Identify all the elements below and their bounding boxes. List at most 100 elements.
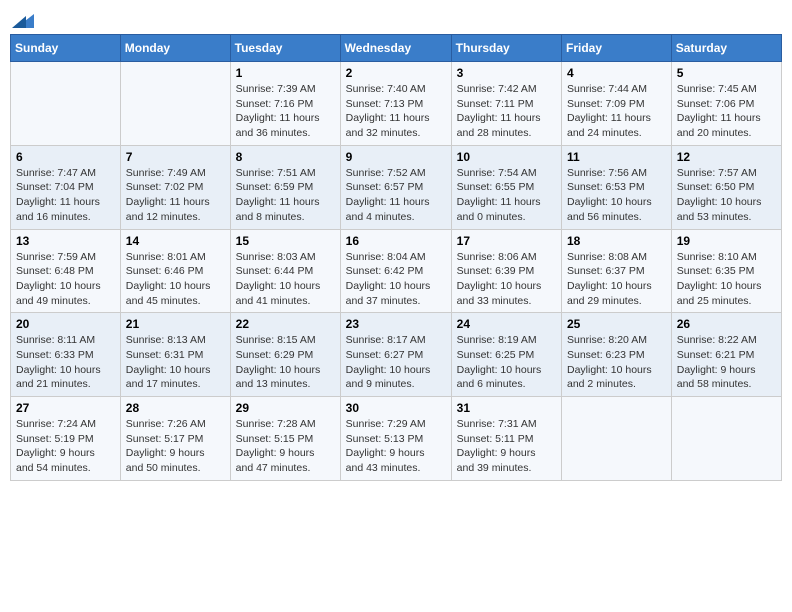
day-number: 22 (236, 317, 335, 331)
day-info: Sunrise: 7:47 AM Sunset: 7:04 PM Dayligh… (16, 166, 115, 225)
day-number: 28 (126, 401, 225, 415)
calendar-cell: 23 Sunrise: 8:17 AM Sunset: 6:27 PM Dayli… (340, 313, 451, 397)
day-info: Sunrise: 8:06 AM Sunset: 6:39 PM Dayligh… (457, 250, 556, 309)
calendar-week-4: 20 Sunrise: 8:11 AM Sunset: 6:33 PM Dayli… (11, 313, 782, 397)
calendar-cell: 27Sunrise: 7:24 AM Sunset: 5:19 PM Dayli… (11, 397, 121, 481)
col-sunday: Sunday (11, 35, 121, 62)
day-info: Sunrise: 7:28 AM Sunset: 5:15 PM Dayligh… (236, 417, 335, 476)
day-number: 17 (457, 234, 556, 248)
col-thursday: Thursday (451, 35, 561, 62)
calendar-cell: 21 Sunrise: 8:13 AM Sunset: 6:31 PM Dayli… (120, 313, 230, 397)
day-number: 13 (16, 234, 115, 248)
day-number: 27 (16, 401, 115, 415)
calendar-cell: 20 Sunrise: 8:11 AM Sunset: 6:33 PM Dayli… (11, 313, 121, 397)
day-info: Sunrise: 7:29 AM Sunset: 5:13 PM Dayligh… (346, 417, 446, 476)
day-info: Sunrise: 8:17 AM Sunset: 6:27 PM Dayligh… (346, 333, 446, 392)
day-number: 6 (16, 150, 115, 164)
day-info: Sunrise: 8:11 AM Sunset: 6:33 PM Dayligh… (16, 333, 115, 392)
day-info: Sunrise: 8:03 AM Sunset: 6:44 PM Dayligh… (236, 250, 335, 309)
day-number: 2 (346, 66, 446, 80)
day-info: Sunrise: 7:52 AM Sunset: 6:57 PM Dayligh… (346, 166, 446, 225)
calendar-cell: 16 Sunrise: 8:04 AM Sunset: 6:42 PM Dayli… (340, 229, 451, 313)
day-number: 16 (346, 234, 446, 248)
day-number: 5 (677, 66, 776, 80)
day-info: Sunrise: 8:04 AM Sunset: 6:42 PM Dayligh… (346, 250, 446, 309)
day-number: 26 (677, 317, 776, 331)
calendar-cell: 11 Sunrise: 7:56 AM Sunset: 6:53 PM Dayli… (562, 145, 672, 229)
calendar-week-5: 27Sunrise: 7:24 AM Sunset: 5:19 PM Dayli… (11, 397, 782, 481)
col-tuesday: Tuesday (230, 35, 340, 62)
day-number: 19 (677, 234, 776, 248)
calendar-cell: 10 Sunrise: 7:54 AM Sunset: 6:55 PM Dayli… (451, 145, 561, 229)
day-number: 21 (126, 317, 225, 331)
calendar-cell: 7 Sunrise: 7:49 AM Sunset: 7:02 PM Daylig… (120, 145, 230, 229)
day-info: Sunrise: 7:40 AM Sunset: 7:13 PM Dayligh… (346, 82, 446, 141)
day-info: Sunrise: 7:26 AM Sunset: 5:17 PM Dayligh… (126, 417, 225, 476)
calendar-cell: 12Sunrise: 7:57 AM Sunset: 6:50 PM Dayli… (671, 145, 781, 229)
day-number: 24 (457, 317, 556, 331)
calendar-cell: 14Sunrise: 8:01 AM Sunset: 6:46 PM Dayli… (120, 229, 230, 313)
day-number: 18 (567, 234, 666, 248)
day-info: Sunrise: 7:57 AM Sunset: 6:50 PM Dayligh… (677, 166, 776, 225)
calendar-cell: 8 Sunrise: 7:51 AM Sunset: 6:59 PM Daylig… (230, 145, 340, 229)
calendar-cell: 13Sunrise: 7:59 AM Sunset: 6:48 PM Dayli… (11, 229, 121, 313)
calendar-cell: 2 Sunrise: 7:40 AM Sunset: 7:13 PM Daylig… (340, 62, 451, 146)
calendar-cell: 17 Sunrise: 8:06 AM Sunset: 6:39 PM Dayli… (451, 229, 561, 313)
calendar-cell: 30 Sunrise: 7:29 AM Sunset: 5:13 PM Dayli… (340, 397, 451, 481)
day-info: Sunrise: 8:13 AM Sunset: 6:31 PM Dayligh… (126, 333, 225, 392)
calendar-week-3: 13Sunrise: 7:59 AM Sunset: 6:48 PM Dayli… (11, 229, 782, 313)
day-info: Sunrise: 7:54 AM Sunset: 6:55 PM Dayligh… (457, 166, 556, 225)
day-number: 11 (567, 150, 666, 164)
day-info: Sunrise: 7:42 AM Sunset: 7:11 PM Dayligh… (457, 82, 556, 141)
calendar-cell: 31 Sunrise: 7:31 AM Sunset: 5:11 PM Dayli… (451, 397, 561, 481)
calendar-cell: 24 Sunrise: 8:19 AM Sunset: 6:25 PM Dayli… (451, 313, 561, 397)
col-monday: Monday (120, 35, 230, 62)
day-number: 23 (346, 317, 446, 331)
day-number: 29 (236, 401, 335, 415)
calendar-cell: 15 Sunrise: 8:03 AM Sunset: 6:44 PM Dayli… (230, 229, 340, 313)
day-number: 30 (346, 401, 446, 415)
calendar-cell (562, 397, 672, 481)
col-saturday: Saturday (671, 35, 781, 62)
calendar-cell: 4 Sunrise: 7:44 AM Sunset: 7:09 PM Daylig… (562, 62, 672, 146)
calendar-table: Sunday Monday Tuesday Wednesday Thursday… (10, 34, 782, 481)
calendar-cell: 26 Sunrise: 8:22 AM Sunset: 6:21 PM Dayli… (671, 313, 781, 397)
calendar-cell: 5 Sunrise: 7:45 AM Sunset: 7:06 PM Daylig… (671, 62, 781, 146)
col-wednesday: Wednesday (340, 35, 451, 62)
calendar-cell: 25Sunrise: 8:20 AM Sunset: 6:23 PM Dayli… (562, 313, 672, 397)
day-number: 25 (567, 317, 666, 331)
calendar-cell: 22 Sunrise: 8:15 AM Sunset: 6:29 PM Dayli… (230, 313, 340, 397)
day-info: Sunrise: 8:22 AM Sunset: 6:21 PM Dayligh… (677, 333, 776, 392)
day-info: Sunrise: 7:51 AM Sunset: 6:59 PM Dayligh… (236, 166, 335, 225)
day-number: 10 (457, 150, 556, 164)
calendar-cell: 29 Sunrise: 7:28 AM Sunset: 5:15 PM Dayli… (230, 397, 340, 481)
day-number: 15 (236, 234, 335, 248)
day-info: Sunrise: 7:56 AM Sunset: 6:53 PM Dayligh… (567, 166, 666, 225)
day-info: Sunrise: 8:15 AM Sunset: 6:29 PM Dayligh… (236, 333, 335, 392)
calendar-cell (11, 62, 121, 146)
day-info: Sunrise: 7:45 AM Sunset: 7:06 PM Dayligh… (677, 82, 776, 141)
day-number: 14 (126, 234, 225, 248)
calendar-week-2: 6 Sunrise: 7:47 AM Sunset: 7:04 PM Daylig… (11, 145, 782, 229)
calendar-week-1: 1Sunrise: 7:39 AM Sunset: 7:16 PM Daylig… (11, 62, 782, 146)
day-number: 31 (457, 401, 556, 415)
day-info: Sunrise: 8:19 AM Sunset: 6:25 PM Dayligh… (457, 333, 556, 392)
calendar-cell (120, 62, 230, 146)
day-info: Sunrise: 7:31 AM Sunset: 5:11 PM Dayligh… (457, 417, 556, 476)
day-number: 1 (236, 66, 335, 80)
calendar-cell (671, 397, 781, 481)
page-header (10, 10, 782, 28)
day-info: Sunrise: 8:10 AM Sunset: 6:35 PM Dayligh… (677, 250, 776, 309)
logo (10, 10, 34, 28)
day-number: 3 (457, 66, 556, 80)
calendar-header-row: Sunday Monday Tuesday Wednesday Thursday… (11, 35, 782, 62)
day-info: Sunrise: 7:49 AM Sunset: 7:02 PM Dayligh… (126, 166, 225, 225)
calendar-cell: 9Sunrise: 7:52 AM Sunset: 6:57 PM Daylig… (340, 145, 451, 229)
day-info: Sunrise: 7:44 AM Sunset: 7:09 PM Dayligh… (567, 82, 666, 141)
day-number: 8 (236, 150, 335, 164)
day-number: 20 (16, 317, 115, 331)
day-number: 4 (567, 66, 666, 80)
calendar-cell: 3 Sunrise: 7:42 AM Sunset: 7:11 PM Daylig… (451, 62, 561, 146)
calendar-cell: 18Sunrise: 8:08 AM Sunset: 6:37 PM Dayli… (562, 229, 672, 313)
day-number: 7 (126, 150, 225, 164)
